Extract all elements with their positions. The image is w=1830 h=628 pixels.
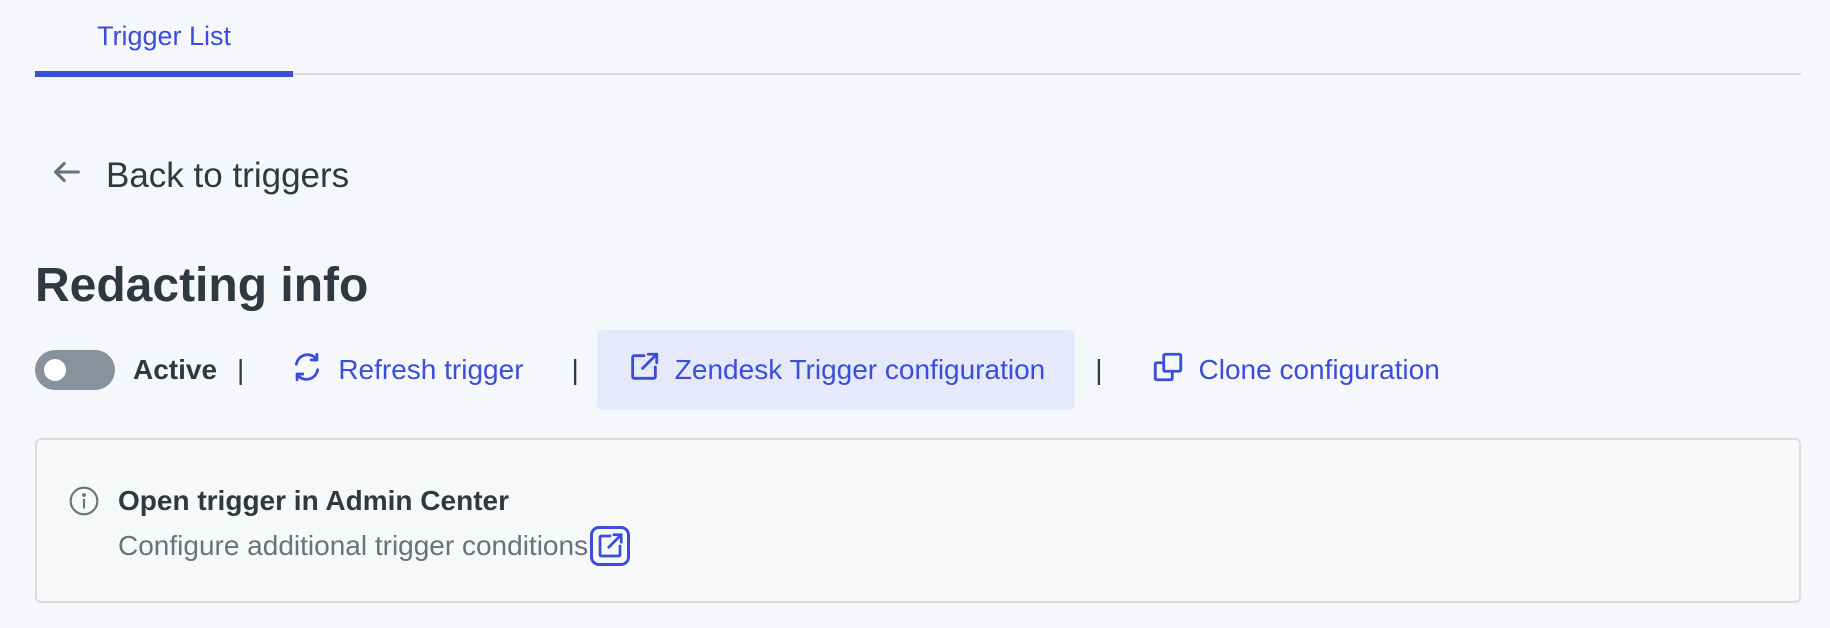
- page-title: Redacting info: [35, 259, 369, 312]
- clone-configuration-label: Clone configuration: [1198, 354, 1440, 385]
- trigger-detail-page: Trigger List Back to triggers Redacting …: [0, 0, 1830, 628]
- trigger-actions-row: Active | Refresh trigger | Zendesk Trigg…: [35, 330, 1470, 410]
- active-toggle[interactable]: [35, 350, 115, 390]
- info-description-row: Configure additional trigger conditions: [118, 526, 631, 566]
- tab-label: Trigger List: [96, 21, 232, 51]
- external-link-icon: [598, 533, 623, 558]
- separator: |: [1095, 354, 1103, 385]
- separator: |: [571, 354, 579, 385]
- active-label: Active: [133, 354, 218, 385]
- tab-trigger-list[interactable]: Trigger List: [35, 0, 293, 77]
- zendesk-trigger-configuration-button[interactable]: Zendesk Trigger configuration: [596, 330, 1076, 410]
- tab-bar: Trigger List: [35, 0, 1801, 77]
- admin-center-external-link[interactable]: [590, 526, 631, 566]
- arrow-left-icon: [50, 155, 84, 198]
- refresh-icon: [290, 350, 324, 391]
- refresh-trigger-label: Refresh trigger: [338, 354, 524, 385]
- zendesk-trigger-configuration-label: Zendesk Trigger configuration: [674, 354, 1046, 385]
- back-to-triggers-link[interactable]: Back to triggers: [50, 154, 349, 198]
- refresh-trigger-button[interactable]: Refresh trigger: [260, 330, 553, 410]
- info-title: Open trigger in Admin Center: [118, 485, 509, 516]
- toggle-knob: [44, 359, 66, 381]
- external-link-icon: [627, 350, 661, 391]
- clone-configuration-button[interactable]: Clone configuration: [1121, 330, 1470, 410]
- copy-icon: [1151, 350, 1185, 391]
- info-icon: [68, 485, 100, 517]
- info-notice: Open trigger in Admin Center Configure a…: [35, 438, 1801, 603]
- back-label: Back to triggers: [106, 156, 350, 195]
- info-description: Configure additional trigger conditions: [118, 530, 589, 561]
- separator: |: [237, 354, 245, 385]
